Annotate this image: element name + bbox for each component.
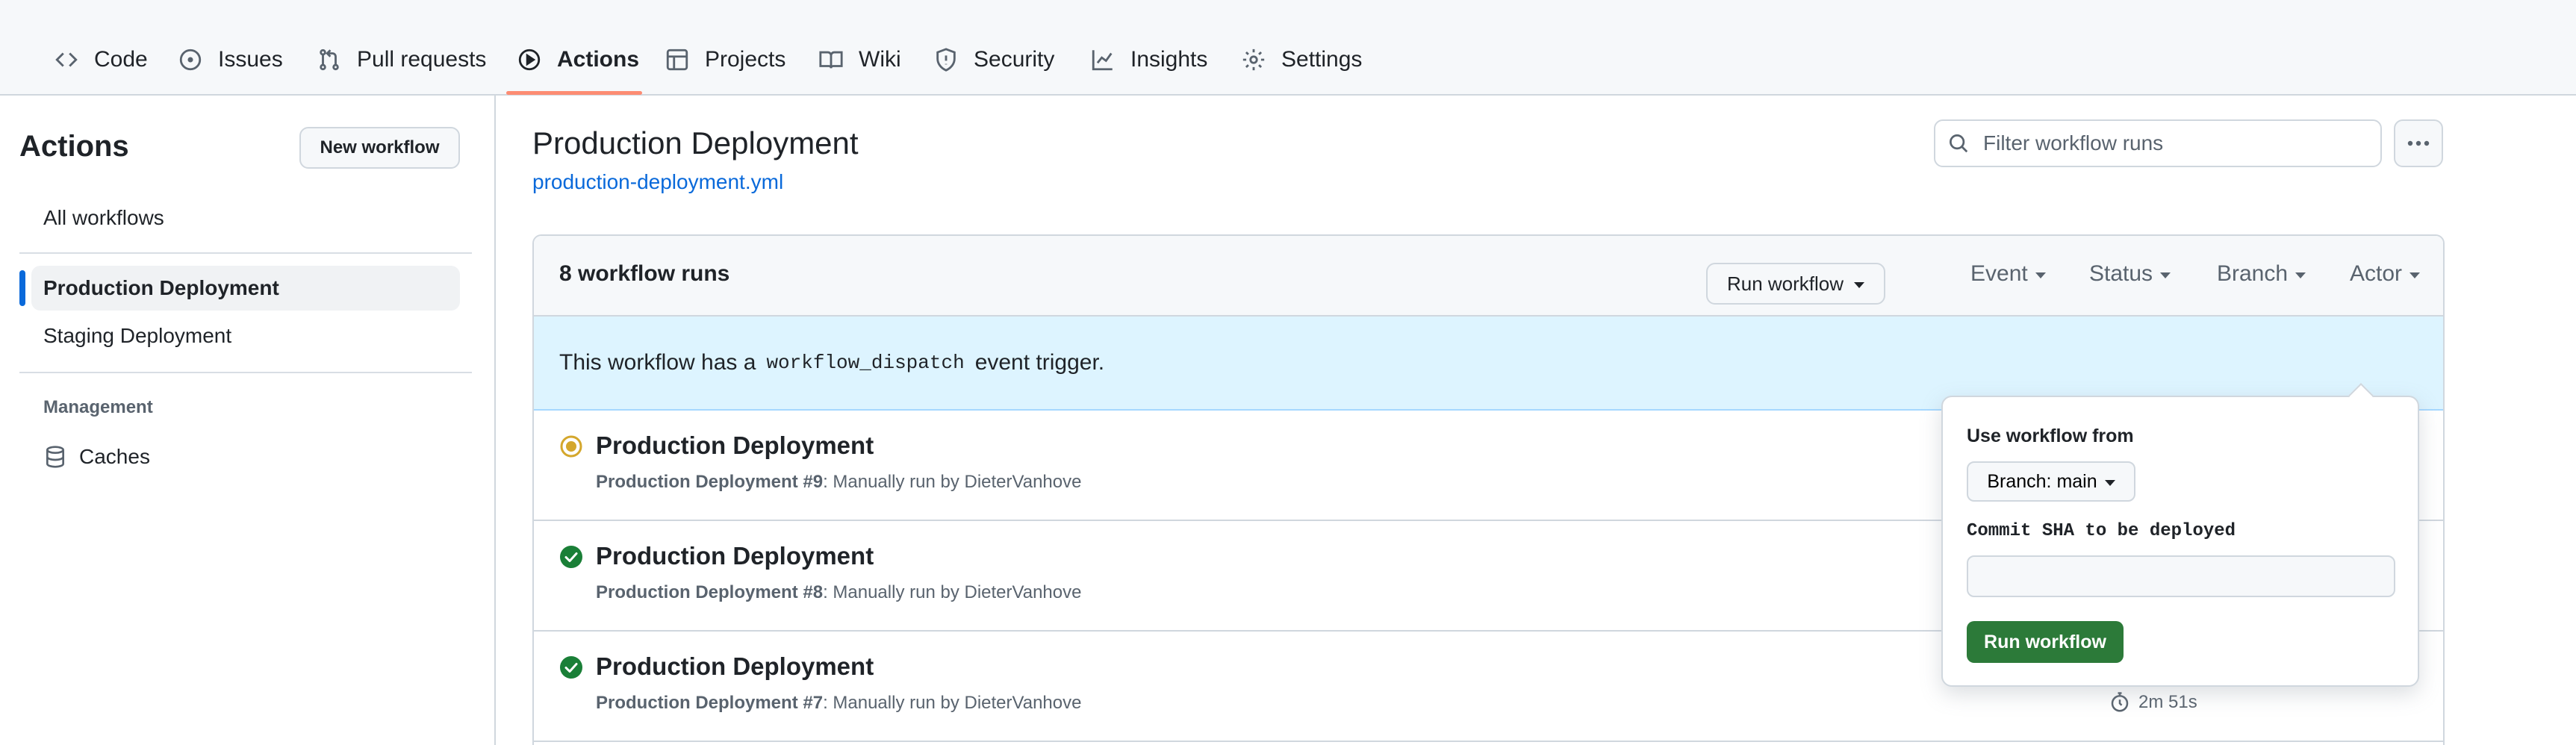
run-workflow-name: Production Deployment (596, 693, 798, 713)
workflow-title: Production Deployment (532, 125, 859, 160)
code-icon (55, 52, 78, 67)
more-options-button[interactable] (2394, 119, 2443, 167)
run-duration-value: 2m 51s (2138, 692, 2197, 712)
run-number: #8 (797, 582, 824, 602)
tab-security-label: Security (974, 47, 1055, 72)
event-filter-dropdown[interactable]: Event (1970, 261, 2046, 287)
stopwatch-icon (2111, 692, 2129, 712)
sidebar-border (494, 96, 496, 745)
run-meta: Production Deployment #8: Manually run b… (596, 582, 1081, 603)
run-workflow-name: Production Deployment (596, 472, 798, 492)
status-filter-dropdown[interactable]: Status (2089, 261, 2171, 287)
branch-select-label: Branch: main (1987, 470, 2097, 492)
table-icon (666, 49, 688, 71)
status-filter-label: Status (2089, 261, 2153, 286)
run-meta: Production Deployment #7: Manually run b… (596, 693, 1081, 714)
dispatch-text-prefix: This workflow has a (559, 350, 756, 375)
event-filter-label: Event (1970, 261, 2028, 286)
run-duration: 2m 51s (2109, 691, 2197, 714)
branch-select-button[interactable]: Branch: main (1967, 461, 2135, 502)
tab-issues[interactable]: Issues (178, 36, 283, 84)
tab-settings[interactable]: Settings (1241, 36, 1362, 84)
run-title[interactable]: Production Deployment (596, 652, 874, 681)
sidebar-heading-management: Management (43, 397, 153, 417)
workflow-file-link[interactable]: production-deployment.yml (532, 170, 783, 194)
tab-security[interactable]: Security (933, 36, 1054, 84)
tab-projects-label: Projects (705, 47, 786, 72)
run-workflow-label: Run workflow (1726, 272, 1844, 295)
run-workflow-submit-button[interactable]: Run workflow (1967, 621, 2124, 663)
tab-code-label: Code (94, 47, 148, 72)
commit-sha-label: Commit SHA to be deployed (1967, 521, 2236, 541)
status-success-icon (560, 656, 582, 679)
caret-down-icon (2160, 272, 2171, 278)
run-workflow-name: Production Deployment (596, 582, 798, 602)
tab-projects[interactable]: Projects (665, 36, 785, 84)
run-workflow-dropdown-button[interactable]: Run workflow (1706, 263, 1885, 305)
branch-filter-dropdown[interactable]: Branch (2217, 261, 2306, 287)
sidebar-title: Actions (19, 130, 129, 163)
sidebar-item-production-deployment[interactable]: Production Deployment (31, 266, 460, 311)
caret-down-icon (2295, 272, 2306, 278)
run-number: #7 (797, 693, 824, 713)
caret-down-icon (2409, 272, 2421, 278)
tab-pull-requests-label: Pull requests (357, 47, 487, 72)
sidebar-divider (19, 372, 472, 373)
run-title[interactable]: Production Deployment (596, 431, 874, 460)
git-pull-request-icon (320, 49, 339, 71)
tab-insights[interactable]: Insights (1090, 36, 1207, 84)
tab-settings-label: Settings (1281, 47, 1363, 72)
graph-icon (1092, 50, 1113, 71)
tab-wiki[interactable]: Wiki (818, 36, 901, 84)
database-icon (46, 446, 64, 468)
tab-actions-label: Actions (557, 47, 640, 72)
tab-actions[interactable]: Actions (517, 36, 639, 84)
run-meta: Production Deployment #9: Manually run b… (596, 472, 1081, 493)
search-icon (1950, 134, 1968, 153)
tab-issues-label: Issues (218, 47, 283, 72)
play-icon (518, 49, 541, 71)
tab-pull-requests[interactable]: Pull requests (317, 36, 486, 84)
dispatch-event-code: workflow_dispatch (766, 352, 965, 374)
run-title[interactable]: Production Deployment (596, 542, 874, 570)
status-success-icon (560, 546, 582, 568)
branch-filter-label: Branch (2217, 261, 2289, 286)
issue-opened-icon (179, 49, 202, 71)
book-icon (819, 51, 843, 69)
filter-runs-field[interactable] (1934, 119, 2382, 167)
caret-down-icon (2035, 272, 2046, 278)
active-tab-indicator (506, 91, 642, 95)
run-workflow-popover: Use workflow from Branch: main Commit SH… (1941, 396, 2419, 687)
filter-runs-input[interactable] (1983, 131, 2371, 155)
run-number: #9 (797, 472, 824, 492)
status-in-progress-icon (560, 435, 582, 458)
sidebar-item-staging-deployment[interactable]: Staging Deployment (31, 314, 460, 358)
kebab-horizontal-icon (2407, 140, 2430, 146)
sidebar-item-caches-label: Caches (79, 445, 150, 468)
sidebar-item-all-workflows[interactable]: All workflows (31, 196, 460, 240)
commit-sha-input[interactable] (1967, 555, 2395, 597)
repo-nav: Code Issues Pull requests Actions Projec… (0, 0, 2576, 96)
new-workflow-button[interactable]: New workflow (299, 127, 460, 169)
tab-code[interactable]: Code (54, 36, 148, 84)
run-trigger-detail: : Manually run by DieterVanhove (823, 693, 1082, 713)
runs-count: 8 workflow runs (559, 261, 730, 286)
run-trigger-detail: : Manually run by DieterVanhove (823, 472, 1082, 492)
tab-wiki-label: Wiki (859, 47, 901, 72)
sidebar-active-indicator (19, 270, 25, 306)
caret-down-icon (2104, 480, 2115, 486)
use-workflow-from-label: Use workflow from (1967, 426, 2134, 446)
tab-insights-label: Insights (1130, 47, 1208, 72)
runs-header: 8 workflow runs Event Status Branch Acto… (534, 236, 2443, 317)
dispatch-text-suffix: event trigger. (974, 350, 1105, 375)
actor-filter-label: Actor (2350, 261, 2403, 286)
actor-filter-dropdown[interactable]: Actor (2350, 261, 2421, 287)
run-trigger-detail: : Manually run by DieterVanhove (823, 582, 1082, 602)
gear-icon (1242, 49, 1265, 71)
caret-down-icon (1854, 282, 1865, 288)
sidebar-item-caches[interactable]: Caches (31, 434, 460, 479)
shield-icon (936, 48, 956, 72)
sidebar-divider (19, 252, 472, 254)
